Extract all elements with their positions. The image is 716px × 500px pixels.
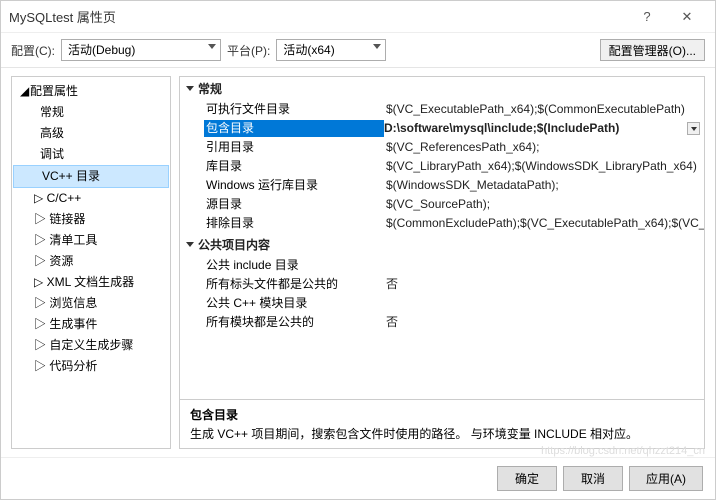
tree-item[interactable]: ▷ 浏览信息 bbox=[12, 293, 170, 314]
tree-item[interactable]: 常规 bbox=[12, 102, 170, 123]
dialog-buttons: 确定 取消 应用(A) bbox=[1, 457, 715, 499]
close-button[interactable]: ✕ bbox=[667, 9, 707, 25]
config-toolbar: 配置(C): 活动(Debug) 平台(P): 活动(x64) 配置管理器(O)… bbox=[1, 33, 715, 68]
tree-root[interactable]: ◢配置属性 bbox=[12, 81, 170, 102]
description-body: 生成 VC++ 项目期间，搜索包含文件时使用的路径。 与环境变量 INCLUDE… bbox=[190, 425, 694, 442]
tree-item[interactable]: 高级 bbox=[12, 123, 170, 144]
property-value[interactable]: $(WindowsSDK_MetadataPath); bbox=[386, 177, 704, 194]
platform-select[interactable]: 活动(x64) bbox=[276, 39, 386, 61]
property-value[interactable]: $(VC_SourcePath); bbox=[386, 196, 704, 213]
property-grid[interactable]: 常规可执行文件目录$(VC_ExecutablePath_x64);$(Comm… bbox=[180, 77, 704, 399]
property-row[interactable]: 库目录$(VC_LibraryPath_x64);$(WindowsSDK_Li… bbox=[180, 157, 704, 176]
property-name: 所有模块都是公共的 bbox=[206, 314, 386, 331]
group-header[interactable]: 公共项目内容 bbox=[180, 233, 704, 256]
tree-item[interactable]: 调试 bbox=[12, 144, 170, 165]
property-name: 可执行文件目录 bbox=[206, 101, 386, 118]
property-name: 公共 C++ 模块目录 bbox=[206, 295, 386, 312]
apply-button[interactable]: 应用(A) bbox=[629, 466, 703, 491]
property-name: 所有标头文件都是公共的 bbox=[206, 276, 386, 293]
category-tree[interactable]: ◢配置属性常规高级调试VC++ 目录▷ C/C++▷ 链接器▷ 清单工具▷ 资源… bbox=[11, 76, 171, 449]
property-name: 排除目录 bbox=[206, 215, 386, 232]
property-name: Windows 运行库目录 bbox=[206, 177, 386, 194]
property-row[interactable]: 可执行文件目录$(VC_ExecutablePath_x64);$(Common… bbox=[180, 100, 704, 119]
property-value[interactable] bbox=[386, 257, 704, 274]
tree-item[interactable]: ▷ 代码分析 bbox=[12, 356, 170, 377]
property-row[interactable]: Windows 运行库目录$(WindowsSDK_MetadataPath); bbox=[180, 176, 704, 195]
property-value[interactable]: D:\software\mysql\include;$(IncludePath) bbox=[384, 120, 704, 137]
main-content: ◢配置属性常规高级调试VC++ 目录▷ C/C++▷ 链接器▷ 清单工具▷ 资源… bbox=[1, 68, 715, 457]
property-value[interactable]: $(VC_ExecutablePath_x64);$(CommonExecuta… bbox=[386, 101, 704, 118]
chevron-down-icon bbox=[186, 86, 194, 91]
property-value[interactable]: $(VC_LibraryPath_x64);$(WindowsSDK_Libra… bbox=[386, 158, 704, 175]
property-row[interactable]: 排除目录$(CommonExcludePath);$(VC_Executable… bbox=[180, 214, 704, 233]
property-row[interactable]: 公共 include 目录 bbox=[180, 256, 704, 275]
cancel-button[interactable]: 取消 bbox=[563, 466, 623, 491]
property-row[interactable]: 源目录$(VC_SourcePath); bbox=[180, 195, 704, 214]
property-row[interactable]: 所有模块都是公共的否 bbox=[180, 313, 704, 332]
tree-item[interactable]: ▷ 资源 bbox=[12, 251, 170, 272]
property-row[interactable]: 公共 C++ 模块目录 bbox=[180, 294, 704, 313]
group-header[interactable]: 常规 bbox=[180, 77, 704, 100]
chevron-down-icon bbox=[208, 44, 216, 49]
chevron-down-icon bbox=[373, 44, 381, 49]
property-value[interactable]: $(CommonExcludePath);$(VC_ExecutablePath… bbox=[386, 215, 704, 232]
platform-label: 平台(P): bbox=[227, 42, 270, 59]
config-manager-button[interactable]: 配置管理器(O)... bbox=[600, 39, 705, 61]
window-title: MySQLtest 属性页 bbox=[9, 7, 627, 26]
tree-item[interactable]: ▷ 生成事件 bbox=[12, 314, 170, 335]
platform-value: 活动(x64) bbox=[283, 43, 334, 57]
property-name: 引用目录 bbox=[206, 139, 386, 156]
chevron-down-icon bbox=[186, 242, 194, 247]
help-button[interactable]: ? bbox=[627, 9, 667, 24]
property-pages-dialog: MySQLtest 属性页 ? ✕ 配置(C): 活动(Debug) 平台(P)… bbox=[0, 0, 716, 500]
chevron-down-icon bbox=[691, 127, 697, 131]
property-row[interactable]: 所有标头文件都是公共的否 bbox=[180, 275, 704, 294]
description-title: 包含目录 bbox=[190, 406, 694, 423]
titlebar: MySQLtest 属性页 ? ✕ bbox=[1, 1, 715, 33]
property-name: 库目录 bbox=[206, 158, 386, 175]
tree-item[interactable]: ▷ 链接器 bbox=[12, 209, 170, 230]
property-name: 包含目录 bbox=[204, 120, 384, 137]
properties-pane: 常规可执行文件目录$(VC_ExecutablePath_x64);$(Comm… bbox=[179, 76, 705, 449]
configuration-select[interactable]: 活动(Debug) bbox=[61, 39, 221, 61]
property-name: 源目录 bbox=[206, 196, 386, 213]
tree-item[interactable]: VC++ 目录 bbox=[13, 165, 169, 188]
dropdown-button[interactable] bbox=[687, 122, 700, 135]
property-value[interactable] bbox=[386, 295, 704, 312]
property-name: 公共 include 目录 bbox=[206, 257, 386, 274]
description-box: 包含目录 生成 VC++ 项目期间，搜索包含文件时使用的路径。 与环境变量 IN… bbox=[180, 399, 704, 448]
tree-item[interactable]: ▷ C/C++ bbox=[12, 188, 170, 209]
property-row[interactable]: 包含目录D:\software\mysql\include;$(IncludeP… bbox=[180, 119, 704, 138]
ok-button[interactable]: 确定 bbox=[497, 466, 557, 491]
property-value[interactable]: 否 bbox=[386, 276, 704, 293]
property-row[interactable]: 引用目录$(VC_ReferencesPath_x64); bbox=[180, 138, 704, 157]
configuration-value: 活动(Debug) bbox=[68, 43, 135, 57]
tree-item[interactable]: ▷ 自定义生成步骤 bbox=[12, 335, 170, 356]
property-value[interactable]: 否 bbox=[386, 314, 704, 331]
tree-item[interactable]: ▷ XML 文档生成器 bbox=[12, 272, 170, 293]
tree-item[interactable]: ▷ 清单工具 bbox=[12, 230, 170, 251]
property-value[interactable]: $(VC_ReferencesPath_x64); bbox=[386, 139, 704, 156]
configuration-label: 配置(C): bbox=[11, 42, 55, 59]
